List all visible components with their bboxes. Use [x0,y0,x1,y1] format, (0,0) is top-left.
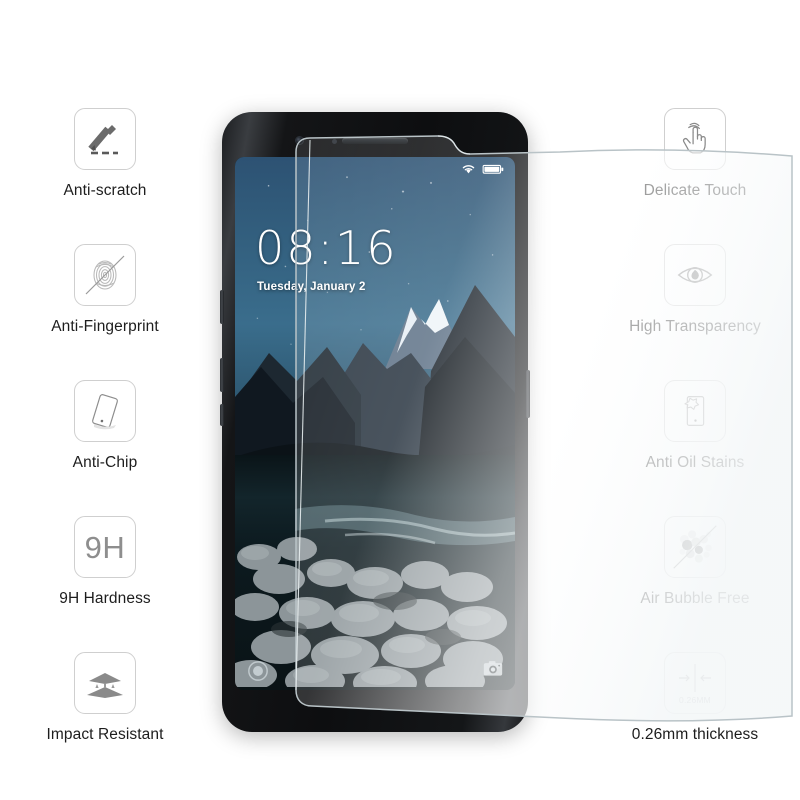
feature-label: Anti Oil Stains [645,454,745,471]
feature-anti-oil-stains: Anti Oil Stains [590,380,800,516]
phone-body: 08:16 Tuesday, January 2 [220,112,530,732]
feature-label: Anti-Chip [72,454,138,471]
hardness-9h-icon: 9H [74,516,136,578]
lockscreen-date: Tuesday, January 2 [257,281,366,293]
phone-oil-drop-icon [664,380,726,442]
front-camera-icon [295,136,305,145]
camera-icon[interactable] [483,660,503,678]
lockscreen-time: 08:16 [255,221,398,275]
smartphone: 08:16 Tuesday, January 2 [220,112,530,732]
power-button[interactable] [526,370,530,418]
feature-label: Anti-scratch [63,182,147,199]
feature-delicate-touch: Delicate Touch [590,108,800,244]
feature-label: Impact Resistant [46,726,164,743]
feature-label: Anti-Fingerprint [51,318,159,335]
feature-label: Delicate Touch [643,182,747,199]
wifi-icon [462,165,475,174]
layered-shield-icon [74,652,136,714]
earpiece-speaker-icon [342,138,408,144]
bubbles-crossed-icon [664,516,726,578]
feature-label: 9H Hardness [59,590,151,607]
proximity-sensor-icon [332,139,338,144]
hardness-value: 9H [84,529,126,565]
feature-air-bubble-free: Air Bubble Free [590,516,800,652]
status-bar [461,163,505,175]
silent-switch-button[interactable] [220,404,224,426]
volume-up-button[interactable] [220,290,224,324]
eye-icon [664,244,726,306]
tilted-phone-icon [74,380,136,442]
feature-column-left: Anti-scratch Anti-Fingerprint Anti-Chip … [0,108,210,788]
feature-9h-hardness: 9H 9H Hardness [0,516,210,652]
feature-anti-chip: Anti-Chip [0,380,210,516]
feature-label: Air Bubble Free [640,590,750,607]
pencil-scratch-icon [74,108,136,170]
lock-ring-icon[interactable] [247,660,269,682]
thickness-arrows-icon: 0.26MM [664,652,726,714]
phone-screen[interactable]: 08:16 Tuesday, January 2 [235,157,515,690]
fingerprint-crossed-icon [74,244,136,306]
feature-high-transparency: High Transparency [590,244,800,380]
feature-column-right: Delicate Touch High Transparency Anti Oi… [590,108,800,788]
feature-anti-scratch: Anti-scratch [0,108,210,244]
feature-impact-resistant: Impact Resistant [0,652,210,788]
product-infographic: Anti-scratch Anti-Fingerprint Anti-Chip … [0,0,800,800]
feature-label: 0.26mm thickness [631,726,759,743]
feature-thickness: 0.26MM 0.26mm thickness [590,652,800,788]
wallpaper-rocks [235,505,515,688]
touch-hand-icon [664,108,726,170]
feature-label: High Transparency [629,318,761,335]
lockscreen-shortcuts [235,660,515,682]
feature-anti-fingerprint: Anti-Fingerprint [0,244,210,380]
thickness-value: 0.26MM [679,695,711,705]
volume-down-button[interactable] [220,358,224,392]
battery-icon [482,164,504,174]
